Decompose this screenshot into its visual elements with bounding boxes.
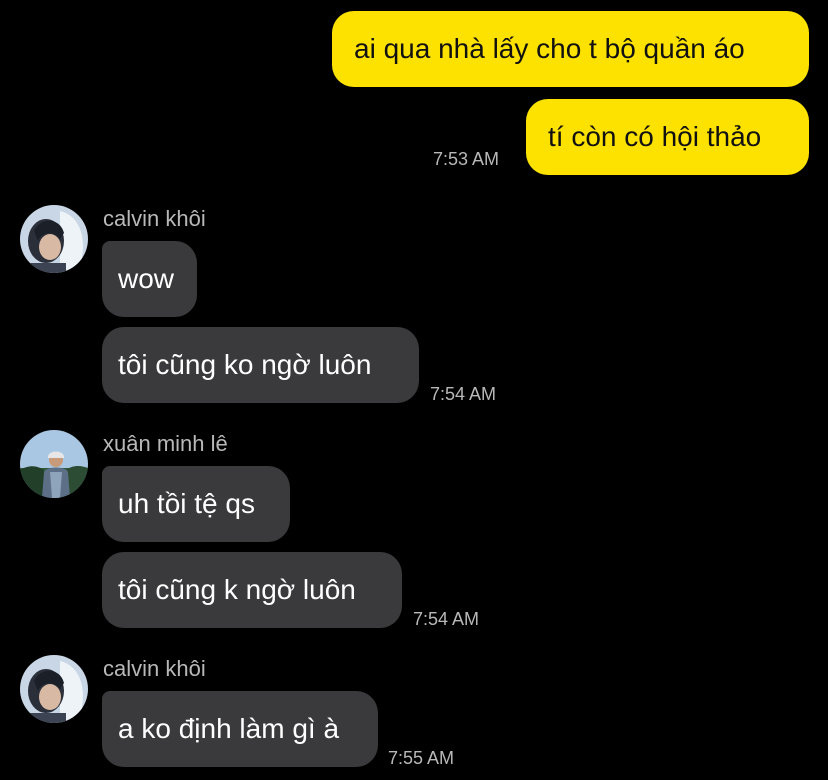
incoming-message[interactable]: wow [102,241,197,317]
outgoing-message[interactable]: tí còn có hội thảo [526,99,809,175]
avatar-photo-icon [20,655,88,723]
calvin-avatar[interactable] [20,205,88,273]
xuan-avatar[interactable] [20,430,88,498]
message-timestamp: 7:53 AM [433,149,500,169]
outgoing-message[interactable]: ai qua nhà lấy cho t bộ quần áo [332,11,809,87]
chat-thread: ai qua nhà lấy cho t bộ quần áo tí còn c… [0,0,828,780]
incoming-message[interactable]: tôi cũng k ngờ luôn [102,552,402,628]
sender-name: calvin khôi [103,206,206,231]
incoming-message[interactable]: tôi cũng ko ngờ luôn [102,327,419,403]
message-timestamp: 7:54 AM [430,384,497,404]
avatar-photo-icon [20,205,88,273]
incoming-message[interactable]: uh tồi tệ qs [102,466,290,542]
sender-name: calvin khôi [103,656,206,681]
sender-name: xuân minh lê [103,431,228,456]
message-timestamp: 7:54 AM [413,609,480,629]
message-timestamp: 7:55 AM [388,748,455,768]
avatar-photo-icon [20,430,88,498]
calvin-avatar[interactable] [20,655,88,723]
incoming-message[interactable]: a ko định làm gì à [102,691,378,767]
